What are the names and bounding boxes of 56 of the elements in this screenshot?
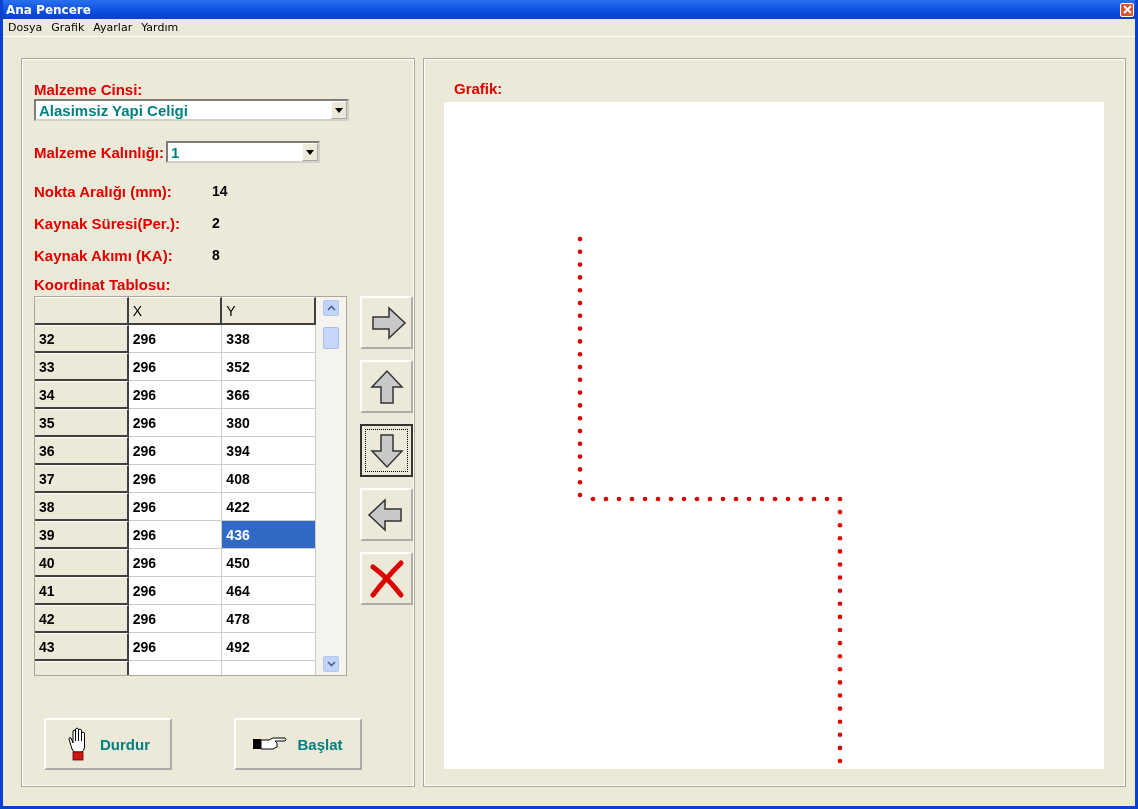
graph-title: Grafik: (454, 80, 504, 99)
field-label: Kaynak Süresi(Per.): (34, 214, 181, 232)
delete-button[interactable] (360, 552, 413, 605)
table-cell[interactable]: 296 (128, 437, 223, 465)
menu-item[interactable]: Grafik (51, 21, 85, 35)
row-header: 34 (35, 381, 129, 409)
close-button[interactable] (1120, 2, 1134, 17)
row-header: 32 (35, 325, 129, 353)
field-value: 8 (212, 247, 220, 263)
row-header: 43 (35, 633, 129, 661)
field-value: 2 (212, 215, 220, 231)
window-title: Ana Pencere (6, 2, 91, 17)
scroll-up-icon[interactable] (323, 300, 339, 316)
row-header: 35 (35, 409, 129, 437)
field-value: 14 (212, 183, 228, 199)
row-header: 36 (35, 437, 129, 465)
table-cell[interactable]: 296 (128, 605, 223, 633)
field-label: Nokta Aralığı (mm): (34, 182, 173, 200)
table-cell[interactable]: 296 (128, 493, 223, 521)
table-title: Koordinat Tablosu: (34, 276, 172, 293)
scroll-down-icon[interactable] (323, 656, 339, 672)
field-label: Malzeme Kalınlığı: (34, 143, 165, 161)
menu-item[interactable]: Yardım (141, 21, 179, 35)
stop-button[interactable]: Durdur (44, 718, 172, 770)
scroll-thumb[interactable] (323, 327, 339, 349)
column-header: Y (222, 297, 316, 325)
move-up-button[interactable] (360, 360, 413, 413)
material-dropdown[interactable]: Alasimsiz Yapi Celigi (34, 99, 349, 121)
table-cell[interactable]: 296 (128, 381, 223, 409)
row-header: 37 (35, 465, 129, 493)
table-cell[interactable]: 296 (128, 633, 223, 661)
move-right-button[interactable] (360, 296, 413, 349)
row-header: 39 (35, 521, 129, 549)
table-cell[interactable]: 436 (222, 521, 316, 549)
move-down-button[interactable] (360, 424, 413, 477)
table-cell[interactable]: 296 (128, 325, 223, 353)
row-header: 33 (35, 353, 129, 381)
field-label: Malzeme Cinsi: (34, 81, 144, 98)
start-button[interactable]: Başlat (234, 718, 362, 770)
scrollbar[interactable] (316, 297, 346, 675)
row-header: 38 (35, 493, 129, 521)
table-cell[interactable]: 296 (128, 465, 223, 493)
pointing-hand-icon (253, 736, 288, 752)
row-header: 41 (35, 577, 129, 605)
column-header: X (128, 297, 223, 325)
table-cell[interactable]: 296 (128, 549, 223, 577)
row-header: 42 (35, 605, 129, 633)
table-cell[interactable]: 296 (128, 409, 223, 437)
field-label: Kaynak Akımı (KA): (34, 246, 174, 264)
menu-item[interactable]: Ayarlar (93, 21, 133, 35)
menu-item[interactable]: Dosya (8, 21, 43, 35)
table-cell[interactable]: 296 (128, 577, 223, 605)
move-left-button[interactable] (360, 488, 413, 541)
table-cell[interactable]: 296 (128, 353, 223, 381)
row-header: 40 (35, 549, 129, 577)
thickness-dropdown[interactable]: 1 (166, 141, 321, 163)
